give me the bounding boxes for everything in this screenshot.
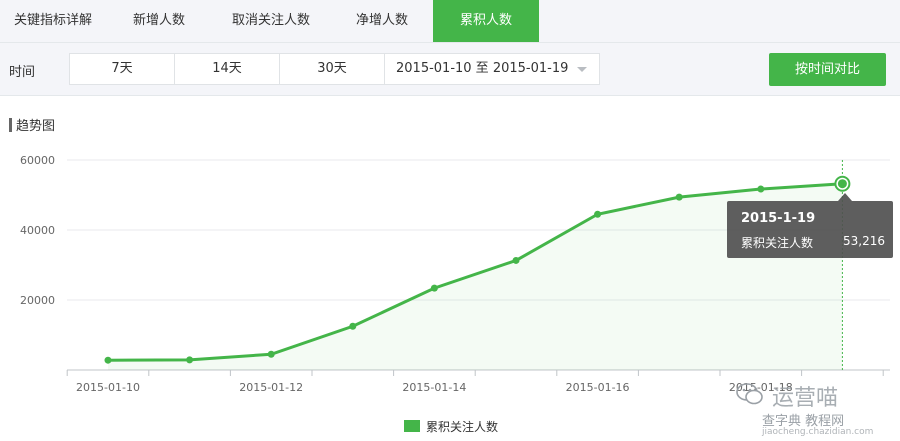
- y-tick-label: 20000: [20, 294, 55, 307]
- watermark-brand: 运营喵: [772, 386, 839, 411]
- tooltip-series-label: 累积关注人数: [741, 236, 814, 250]
- y-tick-label: 60000: [20, 154, 55, 167]
- y-tick-label: 40000: [20, 224, 55, 237]
- data-point[interactable]: [837, 179, 847, 189]
- data-point[interactable]: [186, 356, 194, 364]
- data-point[interactable]: [512, 256, 520, 264]
- legend-label: 累积关注人数: [426, 420, 499, 434]
- data-point[interactable]: [757, 185, 765, 193]
- data-point[interactable]: [267, 350, 275, 358]
- x-tick-label: 2015-01-16: [566, 381, 630, 394]
- wechat-icon: [736, 383, 763, 405]
- x-tick-label: 2015-01-12: [239, 381, 303, 394]
- data-point[interactable]: [675, 193, 683, 201]
- legend-swatch: [404, 420, 420, 432]
- x-tick-label: 2015-01-14: [402, 381, 466, 394]
- chart-tooltip: 2015-1-19 累积关注人数 53,216: [727, 193, 893, 258]
- data-point[interactable]: [349, 322, 357, 330]
- x-tick-label: 2015-01-10: [76, 381, 140, 394]
- watermark-url: jiaocheng.chazidian.com: [762, 427, 874, 437]
- tooltip-value: 53,216: [843, 234, 885, 248]
- data-point[interactable]: [104, 356, 112, 364]
- data-point[interactable]: [594, 210, 602, 218]
- tooltip-date: 2015-1-19: [741, 211, 816, 226]
- data-point[interactable]: [430, 284, 438, 292]
- watermark: 运营喵 查字典 教程网 jiaocheng.chazidian.com: [732, 380, 897, 438]
- tooltip-arrow: [838, 193, 852, 201]
